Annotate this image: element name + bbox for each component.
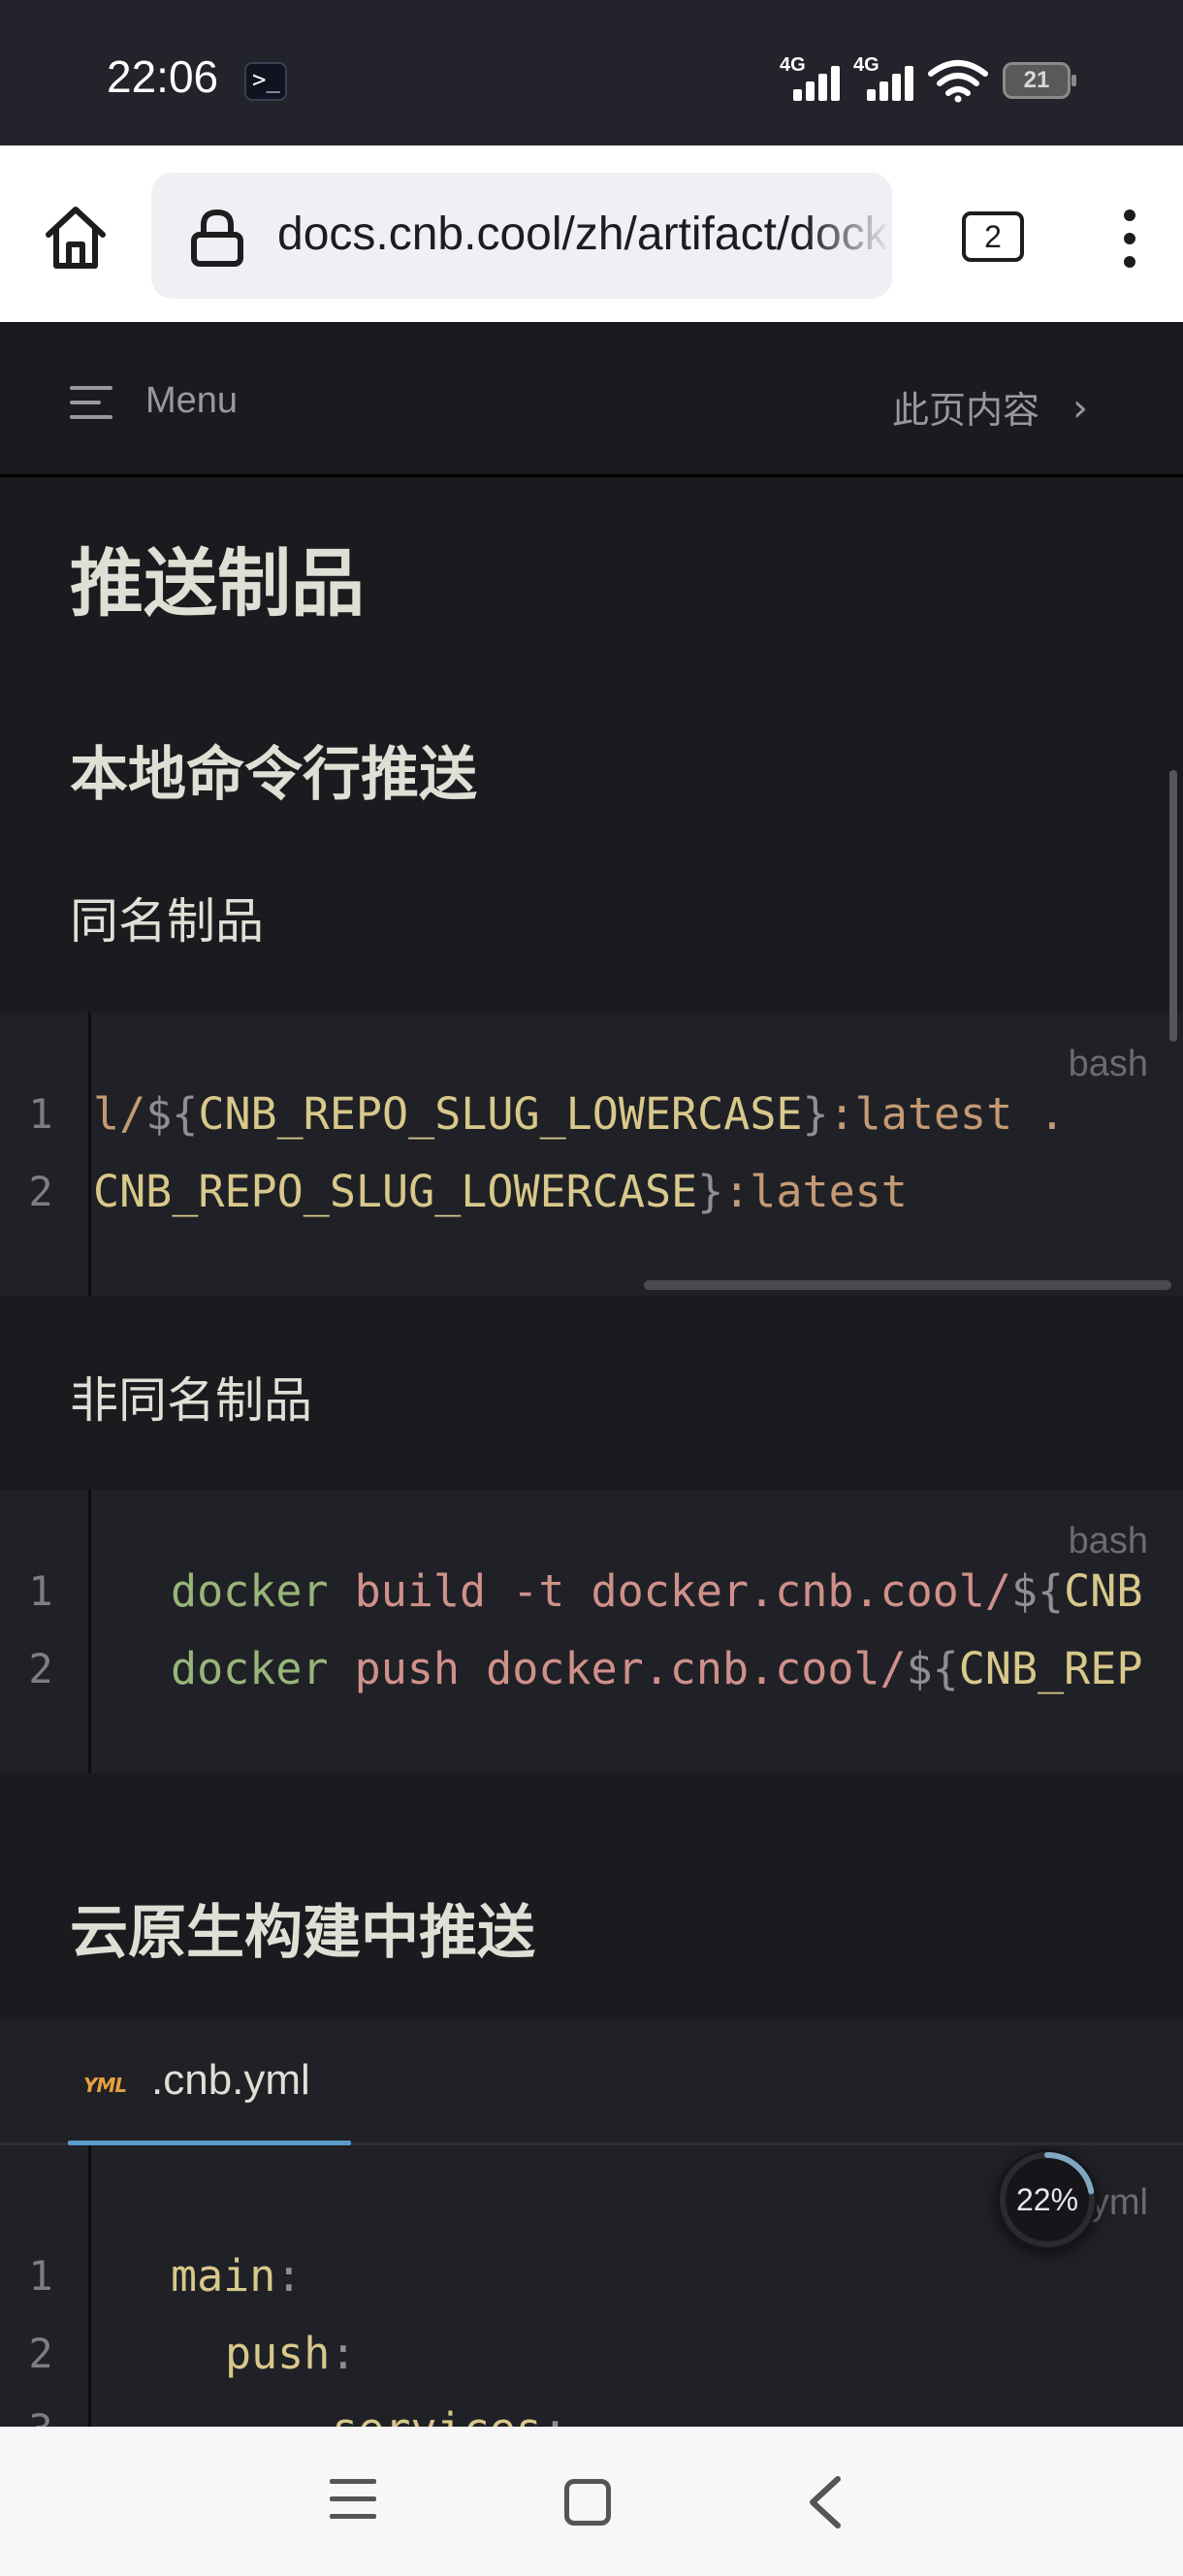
reading-progress-label: 22% bbox=[1015, 2182, 1079, 2217]
code-token: CNB_REP bbox=[958, 1643, 1143, 1694]
status-bar: 22:06 >_ 4G 4G 21 bbox=[0, 0, 1183, 145]
code-token: } bbox=[697, 1166, 724, 1217]
code-token: ${ bbox=[906, 1643, 959, 1694]
code-token: :latest bbox=[723, 1166, 908, 1217]
code-token: - bbox=[279, 2403, 332, 2427]
tab-switcher-button[interactable]: 2 bbox=[962, 211, 1024, 262]
battery-icon: 21 bbox=[1003, 62, 1076, 99]
home-icon[interactable] bbox=[39, 200, 112, 274]
wifi-icon bbox=[928, 60, 988, 103]
code-language-label: bash bbox=[1068, 1521, 1148, 1562]
sim2-label: 4G bbox=[853, 54, 879, 76]
reading-progress-indicator[interactable]: 22% bbox=[997, 2149, 1098, 2250]
code-token: CNB_REPO_SLUG_LOWERCASE bbox=[198, 1088, 803, 1140]
code-token: main bbox=[171, 2250, 276, 2302]
code-language-label: yml bbox=[1090, 2182, 1148, 2223]
code-token: : bbox=[542, 2403, 568, 2427]
line-number: 1 bbox=[28, 1090, 53, 1138]
battery-level: 21 bbox=[1023, 67, 1050, 93]
url-text[interactable]: docs.cnb.cool/zh/artifact/docker bbox=[277, 208, 892, 261]
code-token: push bbox=[225, 2328, 331, 2379]
url-fade bbox=[805, 173, 892, 299]
status-time: 22:06 bbox=[107, 51, 219, 102]
address-bar[interactable]: docs.cnb.cool/zh/artifact/docker bbox=[151, 173, 892, 299]
code-token: services bbox=[332, 2403, 542, 2427]
code-line-2: docker push docker.cnb.cool/${CNB_REP bbox=[171, 1643, 1142, 1694]
home-nav-icon[interactable] bbox=[564, 2479, 611, 2526]
code-token: : bbox=[330, 2328, 357, 2379]
horizontal-scrollbar[interactable] bbox=[644, 1280, 1171, 1290]
line-number: 2 bbox=[28, 2330, 53, 2377]
on-this-page-button[interactable]: 此页内容 bbox=[892, 380, 1039, 434]
same-name-artifact-label: 同名制品 bbox=[70, 893, 264, 950]
doc-nav-bar: Menu 此页内容 › bbox=[0, 322, 1183, 477]
code-file-tabs: YML .cnb.yml bbox=[0, 2019, 1183, 2145]
tab-cnb-yml[interactable]: .cnb.yml bbox=[151, 2056, 310, 2105]
code-line-2: push: bbox=[225, 2328, 356, 2379]
code-block-same-name[interactable]: 1 2 bash l/${CNB_REPO_SLUG_LOWERCASE}:la… bbox=[0, 1013, 1183, 1296]
code-token: docker bbox=[171, 1565, 329, 1617]
line-number: 2 bbox=[28, 1645, 53, 1692]
menu-icon[interactable] bbox=[70, 386, 112, 419]
code-gutter bbox=[0, 1490, 91, 1773]
line-number: 3 bbox=[0, 2405, 81, 2427]
yml-file-icon: YML bbox=[83, 2074, 127, 2097]
code-token: docker bbox=[171, 1643, 329, 1694]
code-token: push docker.cnb.cool/ bbox=[328, 1643, 907, 1694]
menu-button[interactable]: Menu bbox=[145, 380, 238, 422]
section-heading-cloud-native: 云原生构建中推送 bbox=[70, 1899, 535, 1967]
code-line-1: docker build -t docker.cnb.cool/${CNB bbox=[171, 1565, 1142, 1617]
code-token: } bbox=[802, 1088, 829, 1140]
back-icon[interactable] bbox=[801, 2475, 849, 2529]
chevron-right-icon[interactable]: › bbox=[1072, 386, 1088, 431]
code-line-3: - services: bbox=[279, 2403, 568, 2427]
lock-icon[interactable] bbox=[188, 208, 246, 268]
sim1-label: 4G bbox=[780, 54, 806, 76]
recent-apps-icon[interactable] bbox=[330, 2479, 376, 2522]
line-number: 2 bbox=[28, 1168, 53, 1215]
line-number: 1 bbox=[28, 2252, 53, 2300]
code-line-1: l/${CNB_REPO_SLUG_LOWERCASE}:latest . bbox=[93, 1088, 1065, 1140]
code-token: CNB bbox=[1064, 1565, 1143, 1617]
signal-sim1-icon: 4G bbox=[780, 54, 855, 103]
page-scrollbar[interactable] bbox=[1169, 770, 1177, 1042]
code-block-different-name[interactable]: 1 2 bash docker build -t docker.cnb.cool… bbox=[0, 1490, 1183, 1773]
system-navigation-bar bbox=[0, 2427, 1183, 2576]
code-token: ${ bbox=[145, 1088, 199, 1140]
code-token: l/ bbox=[93, 1088, 146, 1140]
code-gutter bbox=[0, 1013, 91, 1296]
code-token: build -t docker.cnb.cool/ bbox=[328, 1565, 1011, 1617]
browser-toolbar: docs.cnb.cool/zh/artifact/docker 2 bbox=[0, 145, 1183, 322]
terminal-glyph: >_ bbox=[252, 66, 280, 93]
code-line-1: main: bbox=[171, 2250, 302, 2302]
code-language-label: bash bbox=[1068, 1044, 1148, 1084]
code-token: : bbox=[275, 2250, 303, 2302]
code-token: :latest . bbox=[828, 1088, 1066, 1140]
line-number: 1 bbox=[28, 1567, 53, 1615]
code-line-2: CNB_REPO_SLUG_LOWERCASE}:latest bbox=[93, 1166, 908, 1217]
code-token: ${ bbox=[1010, 1565, 1065, 1617]
more-menu-icon[interactable] bbox=[1115, 202, 1144, 275]
different-name-artifact-label: 非同名制品 bbox=[70, 1372, 312, 1429]
code-token: CNB_REPO_SLUG_LOWERCASE bbox=[93, 1166, 698, 1217]
signal-sim2-icon: 4G bbox=[853, 54, 929, 103]
terminal-notification-icon: >_ bbox=[244, 62, 287, 101]
section-heading-local-push: 本地命令行推送 bbox=[70, 741, 477, 809]
page-title: 推送制品 bbox=[70, 540, 365, 627]
